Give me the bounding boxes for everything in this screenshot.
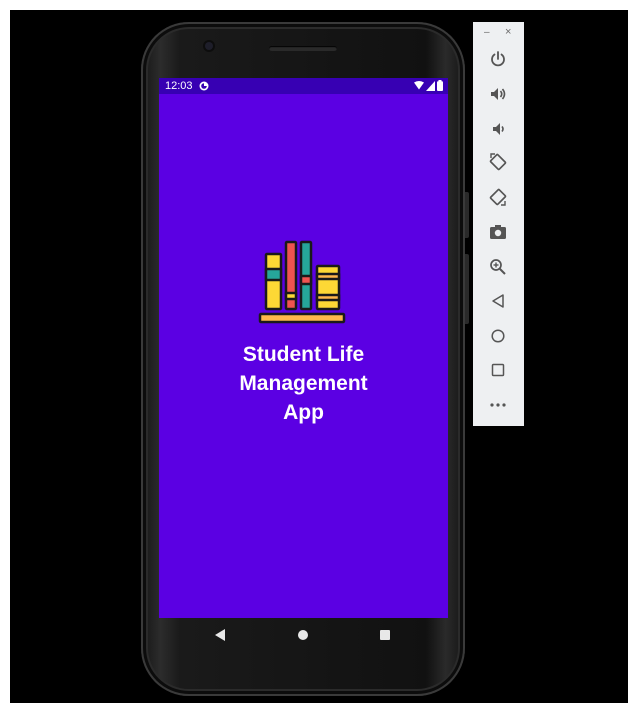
rotate-right-icon [489, 188, 507, 206]
volume-up-icon [491, 88, 506, 100]
books-on-shelf-icon [258, 240, 346, 324]
screenshot-icon [490, 225, 506, 239]
power-button[interactable] [486, 47, 510, 71]
screenshot-button[interactable] [486, 220, 510, 244]
volume-down-button[interactable] [486, 117, 510, 141]
rotate-left-button[interactable] [486, 150, 510, 174]
home-icon [491, 329, 505, 343]
app-title-line-2: Management [239, 372, 368, 395]
phone-frame: 12:03 Student Life Management App [141, 22, 469, 696]
back-icon[interactable] [214, 628, 226, 642]
app-title: Student Life Management App [159, 340, 448, 427]
device-screen[interactable]: 12:03 Student Life Management App [159, 78, 448, 618]
back-icon [492, 294, 504, 308]
more-icon [490, 403, 506, 407]
recents-icon[interactable] [379, 629, 391, 641]
volume-down-icon [493, 123, 504, 135]
power-icon [491, 51, 505, 67]
emulator-toolbar: – × [473, 22, 524, 426]
home-icon[interactable] [297, 629, 309, 641]
app-title-line-3: App [283, 401, 324, 424]
app-title-line-1: Student Life [242, 343, 365, 366]
front-camera [205, 42, 213, 50]
more-button[interactable] [486, 393, 510, 417]
toolbar-back-button[interactable] [486, 289, 510, 313]
toolbar-overview-button[interactable] [486, 358, 510, 382]
volume-up-button[interactable] [486, 82, 510, 106]
zoom-button[interactable] [486, 255, 510, 279]
minimize-button[interactable]: – [484, 27, 490, 38]
toolbar-home-button[interactable] [486, 324, 510, 348]
navigation-bar [159, 618, 448, 658]
earpiece-speaker [269, 46, 337, 51]
power-side-button [465, 192, 469, 238]
zoom-icon [490, 259, 506, 275]
volume-side-button [465, 254, 469, 324]
overview-icon [491, 363, 505, 377]
toolbar-window-controls: – × [473, 26, 524, 39]
splash-screen: Student Life Management App [159, 78, 448, 618]
rotate-left-icon [489, 153, 507, 171]
rotate-right-button[interactable] [486, 185, 510, 209]
close-button[interactable]: × [505, 26, 511, 38]
